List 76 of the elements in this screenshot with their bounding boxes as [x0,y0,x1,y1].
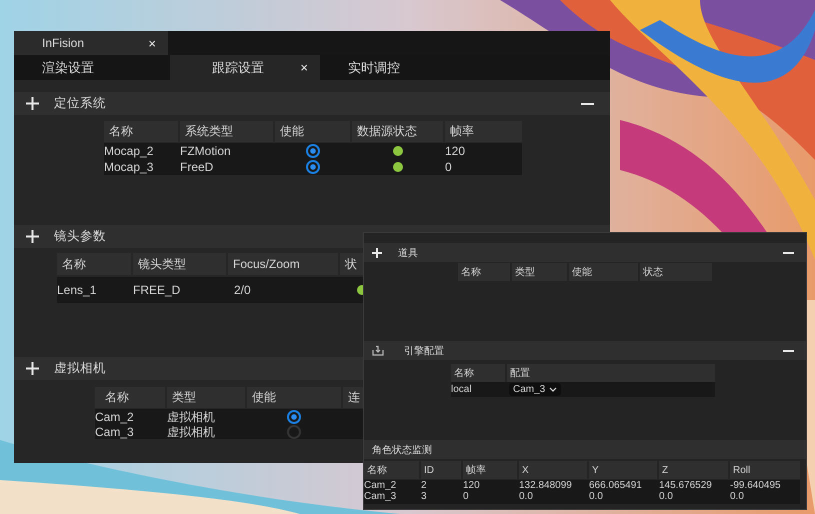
column-header: ID [421,461,461,479]
section-header[interactable]: 定位系统 [14,92,610,115]
plus-icon[interactable] [26,230,39,243]
table-cell: 0.0 [589,491,603,502]
table-cell: Lens_1 [57,283,96,297]
radio-button[interactable] [287,424,301,438]
table-cell: 2 [421,480,427,491]
table-cell: 145.676529 [659,480,712,491]
radio-button[interactable] [306,144,320,158]
close-button[interactable]: × [300,60,308,75]
radio-button[interactable] [287,410,301,424]
column-header: 名称 [364,461,419,479]
column-header: 系统类型 [180,121,273,142]
column-header: X [519,461,587,479]
table-cell: 132.848099 [519,480,572,491]
table-cell: 3 [421,491,427,502]
column-header: 名称 [95,387,165,408]
section-header[interactable]: 角色状态监测 [364,440,806,459]
plus-icon[interactable] [26,362,39,375]
column-header: 类型 [167,387,245,408]
close-button[interactable]: × [148,36,156,50]
table-cell: 666.065491 [589,480,642,491]
table-cell: 120 [445,144,466,158]
column-header: Y [589,461,657,479]
radio-button[interactable] [306,160,320,174]
table-cell: 0.0 [730,491,744,502]
column-header: 名称 [104,121,178,142]
tab[interactable]: 跟踪设置 × [170,55,320,80]
table-cell: Mocap_2 [104,144,154,158]
minus-icon[interactable] [581,102,594,104]
table-cell: 120 [463,480,480,491]
table-cell: Cam_3 [364,491,396,502]
column-header: 名称 [451,364,505,382]
table-cell: FZMotion [180,144,231,158]
chevron-icon [549,387,558,392]
column-header: 使能 [275,121,350,142]
minus-icon[interactable] [783,252,794,254]
section-header[interactable]: 道具 [364,243,806,262]
table-cell: 虚拟相机 [167,410,215,424]
table-cell: local [451,384,472,395]
table-cell: FREE_D [133,283,180,297]
tray-arrow-icon[interactable] [372,345,384,356]
dropdown[interactable]: Cam_3 [509,383,562,396]
table-cell: FreeD [180,160,214,174]
window-tab[interactable]: InFision × [14,31,168,55]
table-cell: 虚拟相机 [167,424,215,438]
column-header: 状态 [640,263,712,281]
minus-icon[interactable] [783,350,794,352]
plus-icon[interactable] [26,97,39,110]
column-header: 使能 [247,387,341,408]
tab[interactable]: 渲染设置 [14,55,170,80]
tab[interactable]: 实时调控 [320,55,476,80]
section-header[interactable]: 引擎配置 [364,341,806,360]
column-header: 帧率 [463,461,517,479]
table-cell: 0 [463,491,469,502]
table-cell: 0.0 [659,491,673,502]
column-header: 类型 [512,263,567,281]
column-header: Focus/Zoom [228,253,338,275]
column-header: 配置 [507,364,715,382]
table-cell: Cam_2 [95,410,134,424]
column-header: Roll [730,461,800,479]
table-cell: -99.640495 [730,480,781,491]
column-header: 帧率 [445,121,522,142]
column-header: 使能 [569,263,638,281]
table-cell: Mocap_3 [104,160,154,174]
column-header: Z [659,461,728,479]
column-header: 数据源状态 [352,121,443,142]
table-cell: 0.0 [519,491,533,502]
plus-icon[interactable] [372,248,382,258]
table-cell: 0 [445,160,452,174]
table-cell: Cam_2 [364,480,396,491]
column-header: 名称 [458,263,510,281]
table-cell: 2/0 [234,283,251,297]
column-header: 镜头类型 [133,253,226,275]
column-header: 名称 [57,253,131,275]
table-cell: Cam_3 [95,424,134,438]
